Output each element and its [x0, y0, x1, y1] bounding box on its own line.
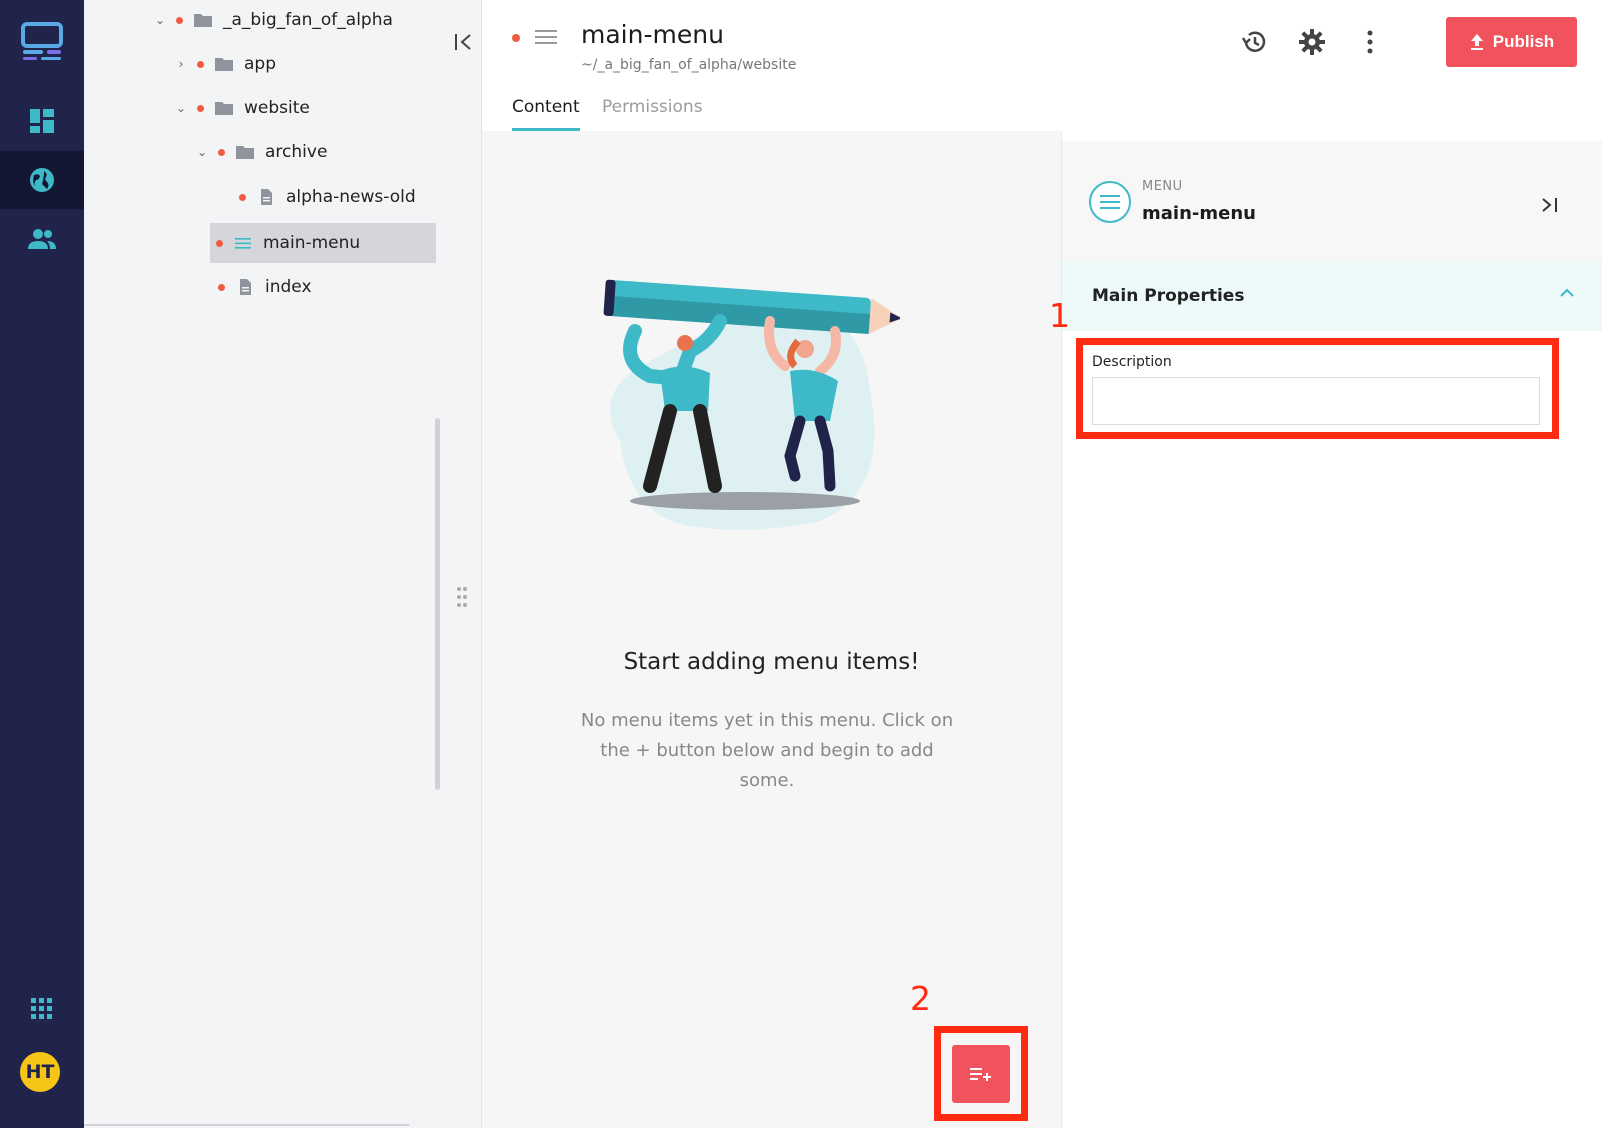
- tree-item-label: alpha-news-old: [286, 187, 416, 207]
- globe-icon: [30, 168, 54, 192]
- menu-list-icon: [235, 238, 251, 249]
- tree-item-website[interactable]: ⌄ website: [171, 88, 310, 128]
- tree-item-label: index: [265, 277, 312, 297]
- chevron-up-icon[interactable]: [1557, 283, 1577, 303]
- status-dot: [216, 239, 223, 247]
- gear-icon[interactable]: [1298, 28, 1326, 56]
- rail-sites[interactable]: [0, 151, 84, 209]
- folder-icon: [215, 58, 233, 71]
- description-input[interactable]: [1092, 377, 1540, 425]
- folder-icon: [215, 102, 233, 115]
- add-menu-item-button[interactable]: [952, 1045, 1010, 1103]
- page-title: main-menu: [581, 20, 724, 49]
- content-type-label: MENU: [1142, 179, 1183, 194]
- tab-permissions[interactable]: Permissions: [602, 97, 703, 131]
- app-logo[interactable]: [0, 12, 84, 70]
- section-title: Main Properties: [1092, 286, 1245, 306]
- rail-users[interactable]: [0, 210, 84, 268]
- empty-state-description: No menu items yet in this menu. Click on…: [580, 710, 954, 791]
- status-dot: [176, 16, 183, 24]
- chevron-down-icon[interactable]: ⌄: [171, 101, 191, 115]
- chevron-right-icon[interactable]: ›: [171, 57, 191, 71]
- empty-state-illustration: [603, 279, 900, 530]
- status-dot: [239, 193, 246, 201]
- menu-type-icon: [1089, 181, 1131, 223]
- logo-icon: [21, 22, 63, 60]
- page-icon: [240, 279, 251, 295]
- drag-handle-icon[interactable]: [455, 585, 469, 609]
- empty-state-title: Start adding menu items!: [623, 649, 920, 675]
- app-root: HT ⌄ _a_big_fan_of_alpha › app ⌄ website…: [0, 0, 1602, 1128]
- main-area: main-menu ~/_a_big_fan_of_alpha/website …: [482, 0, 1602, 1128]
- tree-item-a-big-fan-of-alpha[interactable]: ⌄ _a_big_fan_of_alpha: [150, 0, 393, 40]
- status-dot: [218, 283, 225, 291]
- description-label: Description: [1092, 354, 1172, 370]
- breadcrumb-path: ~/_a_big_fan_of_alpha/website: [581, 57, 797, 73]
- status-dot: [512, 34, 520, 42]
- status-dot: [197, 104, 204, 112]
- main-properties-section[interactable]: Main Properties: [1062, 261, 1602, 331]
- history-icon[interactable]: [1240, 28, 1268, 56]
- tree-item-label: archive: [265, 142, 328, 162]
- collapse-right-icon[interactable]: [1540, 195, 1560, 215]
- add-list-item-icon: [970, 1068, 991, 1081]
- page-icon: [261, 189, 272, 205]
- collapse-panel-icon[interactable]: [452, 30, 476, 54]
- users-icon: [28, 229, 56, 249]
- tree-item-label: _a_big_fan_of_alpha: [223, 10, 393, 30]
- upload-icon: [1470, 34, 1483, 50]
- tree-item-index[interactable]: index: [212, 267, 312, 307]
- rail-apps[interactable]: [0, 980, 84, 1038]
- annotation-label-2: 2: [910, 979, 931, 1018]
- tree-item-main-menu[interactable]: main-menu: [210, 223, 436, 263]
- apps-grid-icon: [31, 998, 52, 1019]
- content-name: main-menu: [1142, 203, 1256, 224]
- tree-scrollbar[interactable]: [435, 418, 440, 790]
- folder-icon: [236, 146, 254, 159]
- folder-icon: [194, 14, 212, 27]
- menu-list-icon: [535, 30, 557, 44]
- annotation-label-1: 1: [1049, 296, 1070, 335]
- menu-content-area: Start adding menu items! No menu items y…: [482, 131, 1061, 1128]
- rail-dashboard[interactable]: [0, 92, 84, 150]
- tree-item-label: app: [244, 54, 276, 74]
- editor-header: main-menu ~/_a_big_fan_of_alpha/website …: [482, 0, 1602, 131]
- tree-item-archive[interactable]: ⌄ archive: [192, 132, 327, 172]
- status-dot: [218, 148, 225, 156]
- chevron-down-icon[interactable]: ⌄: [150, 13, 170, 27]
- tree-item-label: main-menu: [263, 233, 361, 253]
- properties-panel: MENU main-menu Main Properties 1 Descrip…: [1049, 131, 1602, 1128]
- properties-header: MENU main-menu: [1062, 141, 1602, 261]
- tree-item-label: website: [244, 98, 310, 118]
- publish-button[interactable]: Publish: [1446, 17, 1577, 67]
- tree-item-app[interactable]: › app: [171, 44, 276, 84]
- publish-label: Publish: [1492, 32, 1555, 51]
- user-avatar[interactable]: HT: [20, 1052, 60, 1092]
- more-vertical-icon[interactable]: [1356, 28, 1384, 56]
- status-dot: [197, 60, 204, 68]
- dashboard-icon: [30, 109, 54, 133]
- left-rail: HT: [0, 0, 84, 1128]
- horizontal-scrollbar[interactable]: [84, 1124, 409, 1126]
- chevron-down-icon[interactable]: ⌄: [192, 145, 212, 159]
- tab-content[interactable]: Content: [512, 97, 580, 131]
- tree-item-alpha-news-old[interactable]: alpha-news-old: [233, 177, 416, 217]
